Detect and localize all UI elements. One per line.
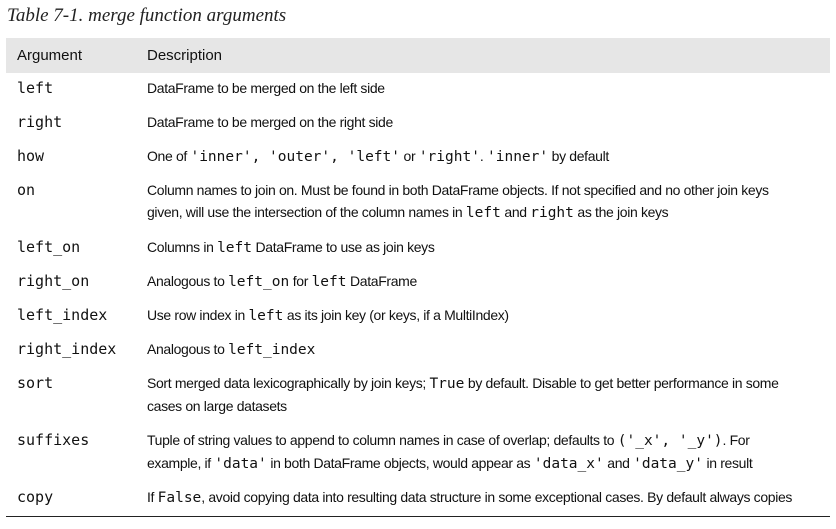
description-cell: DataFrame to be merged on the left side (147, 77, 829, 99)
argument-cell: suffixes (17, 431, 90, 449)
code-text: 'right' (418, 149, 480, 165)
header-description: Description (147, 47, 223, 64)
description-text: in result (702, 455, 753, 471)
description-cell: Column names to join on. Must be found i… (147, 179, 829, 224)
description-text: example, if (147, 455, 215, 471)
description-text: One of (147, 148, 191, 164)
argument-cell: left (17, 79, 54, 97)
description-cell: If False, avoid copying data into result… (147, 486, 829, 509)
description-cell: Analogous to left_on for left DataFrame (147, 270, 829, 293)
description-text: in both DataFrame objects, would appear … (266, 455, 534, 471)
description-cell: Analogous to left_index (147, 338, 829, 361)
description-text: Analogous to (147, 341, 229, 357)
code-text: 'inner' (487, 149, 549, 165)
table-row: right_on Analogous to left_on for left Da… (6, 264, 830, 298)
header-argument: Argument (17, 47, 83, 64)
description-text: Tuple of string values to append to colu… (147, 432, 618, 448)
argument-cell: right_index (17, 340, 117, 358)
argument-cell: right (17, 113, 63, 131)
table-row: copy If False, avoid copying data into re… (6, 480, 830, 514)
description-cell: Sort merged data lexicographically by jo… (147, 372, 829, 417)
code-text: 'inner', 'outer', 'left' (190, 149, 400, 165)
description-line: DataFrame to be merged on the right side (147, 111, 829, 133)
description-text: DataFrame to be merged on the left side (147, 80, 385, 96)
table-row: sort Sort merged data lexicographically b… (6, 366, 830, 423)
description-text: or (399, 148, 419, 164)
description-text: . For (722, 432, 750, 448)
code-text: False (157, 490, 202, 506)
merge-arguments-table: Argument Description left DataFrame to be… (6, 38, 830, 506)
table-row: on Column names to join on. Must be found… (6, 173, 830, 230)
description-text: DataFrame to be merged on the right side (147, 114, 393, 130)
table-header-row: Argument Description (6, 38, 830, 73)
description-line: Columns in left DataFrame to use as join… (147, 236, 829, 259)
description-text: for (289, 273, 312, 289)
description-line: DataFrame to be merged on the left side (147, 77, 829, 99)
description-line: given, will use the intersection of the … (147, 201, 829, 224)
description-text: Analogous to (147, 273, 229, 289)
description-text: DataFrame (346, 273, 417, 289)
table-caption: Table 7-1. merge function arguments (7, 5, 287, 26)
code-text: left_on (228, 274, 290, 290)
table-row: left_on Columns in left DataFrame to use … (6, 230, 830, 264)
description-text: cases on large datasets (147, 398, 287, 414)
description-text: . (479, 148, 488, 164)
code-text: left_index (228, 342, 316, 358)
description-text: Column names to join on. Must be found i… (147, 182, 769, 198)
argument-cell: right_on (17, 272, 90, 290)
description-cell: Tuple of string values to append to colu… (147, 429, 829, 475)
code-text: True (429, 376, 465, 392)
description-text: as the join keys (573, 204, 669, 220)
description-text: Sort merged data lexicographically by jo… (147, 375, 430, 391)
argument-cell: how (17, 147, 45, 165)
description-text: given, will use the intersection of the … (147, 204, 466, 220)
description-cell: Columns in left DataFrame to use as join… (147, 236, 829, 259)
description-text: , avoid copying data into resulting data… (201, 489, 793, 505)
code-text: ('_x', '_y') (617, 433, 723, 449)
description-line: One of 'inner', 'outer', 'left' or 'righ… (147, 145, 829, 168)
code-text: right (530, 205, 574, 221)
argument-cell: on (17, 181, 36, 199)
table-row: right DataFrame to be merged on the right… (6, 105, 830, 139)
table-row: suffixes Tuple of string values to append… (6, 423, 830, 480)
description-text: and (603, 455, 634, 471)
code-text: left (465, 205, 501, 221)
description-cell: DataFrame to be merged on the right side (147, 111, 829, 133)
code-text: left (311, 274, 347, 290)
code-text: 'data_x' (533, 456, 604, 472)
description-cell: One of 'inner', 'outer', 'left' or 'righ… (147, 145, 829, 168)
description-text: as its join key (or keys, if a MultiInde… (283, 307, 509, 323)
code-text: 'data' (214, 456, 267, 472)
argument-cell: left_on (17, 238, 81, 256)
argument-cell: sort (17, 374, 54, 392)
table-row: left_index Use row index in left as its j… (6, 298, 830, 332)
argument-cell: copy (17, 488, 54, 506)
table-row: right_index Analogous to left_index (6, 332, 830, 366)
description-text: Use row index in (147, 307, 249, 323)
description-line: Use row index in left as its join key (o… (147, 304, 829, 327)
description-text: DataFrame to use as join keys (252, 239, 435, 255)
argument-cell: left_index (17, 306, 108, 324)
description-text: If (147, 489, 158, 505)
table-row: left DataFrame to be merged on the left s… (6, 71, 830, 105)
description-line: Sort merged data lexicographically by jo… (147, 372, 829, 395)
description-line: cases on large datasets (147, 395, 829, 417)
description-text: and (500, 204, 531, 220)
description-line: If False, avoid copying data into result… (147, 486, 829, 509)
description-cell: Use row index in left as its join key (o… (147, 304, 829, 327)
code-text: 'data_y' (633, 456, 703, 472)
description-text: Columns in (147, 239, 218, 255)
description-text: by default. Disable to get better perfor… (464, 375, 779, 391)
description-line: Tuple of string values to append to colu… (147, 429, 829, 452)
description-line: Analogous to left_on for left DataFrame (147, 270, 829, 293)
table-row: how One of 'inner', 'outer', 'left' or 'r… (6, 139, 830, 173)
description-line: example, if 'data' in both DataFrame obj… (147, 452, 829, 475)
code-text: left (217, 240, 252, 256)
description-text: by default (548, 148, 610, 164)
description-line: Column names to join on. Must be found i… (147, 179, 829, 201)
table-bottom-rule (6, 516, 830, 517)
code-text: left (248, 308, 284, 324)
description-line: Analogous to left_index (147, 338, 829, 361)
